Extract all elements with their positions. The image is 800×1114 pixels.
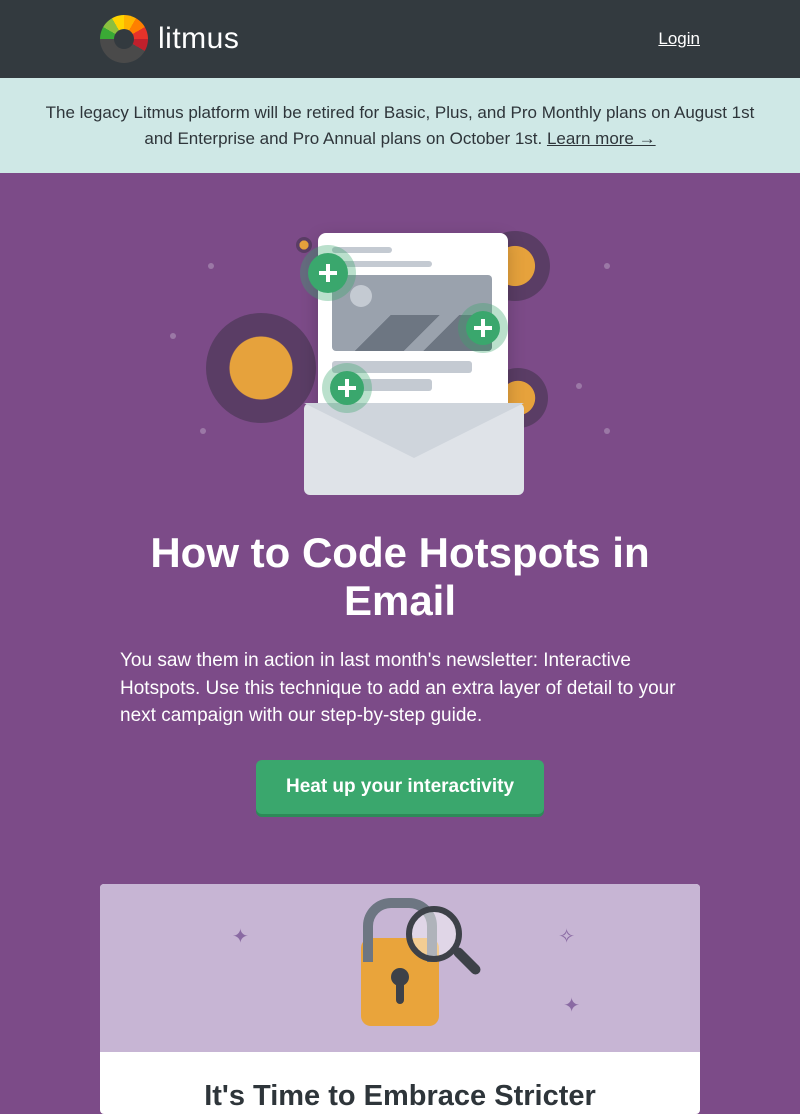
- hero-illustration: [170, 213, 630, 503]
- magnifier-icon: [406, 906, 462, 962]
- sparkle-icon: ✦: [232, 924, 249, 949]
- banner-learn-more-link[interactable]: Learn more →: [547, 129, 656, 148]
- hotspot-plus-icon: [308, 253, 348, 293]
- logo-wheel-icon: [100, 15, 148, 63]
- hero-title: How to Code Hotspots in Email: [100, 529, 700, 625]
- hotspot-plus-icon: [330, 371, 364, 405]
- sparkle-icon: ✧: [558, 924, 575, 949]
- card-illustration: ✦ ✧ ✦: [100, 884, 700, 1052]
- card-title: It's Time to Embrace Stricter: [100, 1052, 700, 1114]
- hero-cta-button[interactable]: Heat up your interactivity: [256, 760, 544, 814]
- envelope-icon: [304, 403, 524, 495]
- sparkle-icon: ✦: [563, 993, 580, 1018]
- site-header: litmus Login: [0, 0, 800, 78]
- hotspot-plus-icon: [466, 311, 500, 345]
- brand-name: litmus: [158, 22, 239, 56]
- login-link[interactable]: Login: [658, 29, 700, 49]
- hero-body: You saw them in action in last month's n…: [100, 647, 700, 730]
- hero-section: How to Code Hotspots in Email You saw th…: [0, 173, 800, 864]
- brand-logo[interactable]: litmus: [100, 15, 239, 63]
- article-card[interactable]: ✦ ✧ ✦ It's Time to Embrace Stricter: [100, 884, 700, 1114]
- article-card-wrap: ✦ ✧ ✦ It's Time to Embrace Stricter: [0, 864, 800, 1114]
- notice-banner: The legacy Litmus platform will be retir…: [0, 78, 800, 173]
